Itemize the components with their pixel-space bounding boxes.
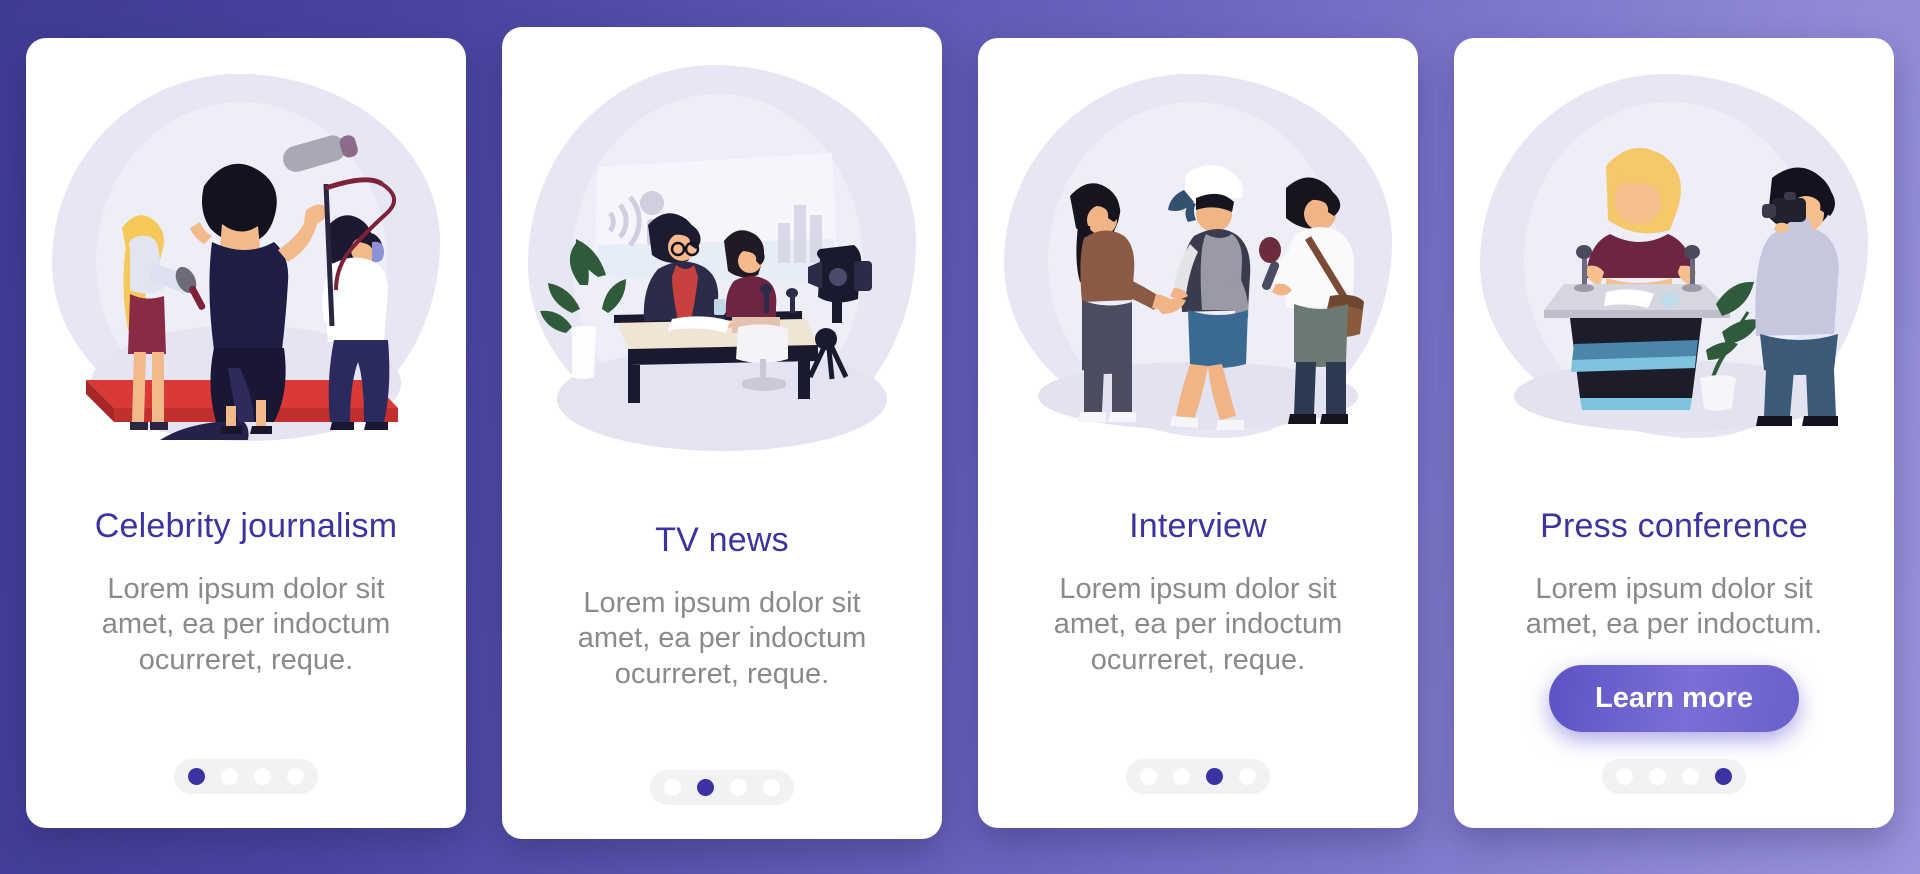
screen-copy: Celebrity journalism Lorem ipsum dolor s…	[26, 493, 466, 828]
tv-news-artwork	[540, 153, 887, 451]
screen-body-text: Lorem ipsum dolor sit amet, ea per indoc…	[1525, 573, 1823, 641]
screen-title: TV news	[655, 521, 789, 559]
illustration-street-interview	[978, 38, 1418, 493]
pagination-dot-3[interactable]	[254, 768, 271, 785]
illustration-red-carpet-celebrity-interview	[26, 38, 466, 493]
pagination-dots[interactable]	[650, 770, 794, 805]
pagination-dot-4[interactable]	[1715, 768, 1732, 785]
onboarding-screens-row: Celebrity journalism Lorem ipsum dolor s…	[0, 0, 1920, 874]
interview-artwork	[1038, 165, 1364, 430]
pagination-dot-4[interactable]	[763, 779, 780, 796]
press-conference-artwork	[1514, 148, 1839, 432]
screen-body-text: Lorem ipsum dolor sit amet, ea per indoc…	[1053, 573, 1343, 676]
pagination-dot-3[interactable]	[730, 779, 747, 796]
pagination-dots[interactable]	[1126, 759, 1270, 794]
screen-title: Interview	[1129, 507, 1267, 545]
illustration-press-conference	[1454, 38, 1894, 493]
screen-title: Press conference	[1540, 507, 1808, 545]
screen-copy: TV news Lorem ipsum dolor sit amet, ea p…	[502, 505, 942, 839]
pagination-dots[interactable]	[1602, 759, 1746, 794]
onboarding-screen-press-conference[interactable]: Press conference Lorem ipsum dolor sit a…	[1454, 38, 1894, 828]
pagination-dot-3[interactable]	[1682, 768, 1699, 785]
pagination-dot-3[interactable]	[1206, 768, 1223, 785]
onboarding-screen-interview[interactable]: Interview Lorem ipsum dolor sit amet, ea…	[978, 38, 1418, 828]
celebrity-journalism-artwork	[86, 135, 401, 441]
screen-title: Celebrity journalism	[94, 507, 398, 545]
pagination-dot-1[interactable]	[664, 779, 681, 796]
screen-body-text: Lorem ipsum dolor sit amet, ea per indoc…	[577, 587, 867, 690]
onboarding-screen-tv-news[interactable]: TV news Lorem ipsum dolor sit amet, ea p…	[502, 27, 942, 839]
pagination-dots[interactable]	[174, 759, 318, 794]
pagination-dot-2[interactable]	[1649, 768, 1666, 785]
screen-copy: Press conference Lorem ipsum dolor sit a…	[1454, 493, 1894, 828]
pagination-dot-1[interactable]	[188, 768, 205, 785]
screen-body-text: Lorem ipsum dolor sit amet, ea per indoc…	[101, 573, 391, 676]
pagination-dot-2[interactable]	[221, 768, 238, 785]
illustration-tv-news-studio	[502, 27, 942, 505]
pagination-dot-2[interactable]	[1173, 768, 1190, 785]
onboarding-screen-celebrity-journalism[interactable]: Celebrity journalism Lorem ipsum dolor s…	[26, 38, 466, 828]
learn-more-button[interactable]: Learn more	[1549, 664, 1799, 732]
pagination-dot-2[interactable]	[697, 779, 714, 796]
screen-copy: Interview Lorem ipsum dolor sit amet, ea…	[978, 493, 1418, 828]
pagination-dot-1[interactable]	[1140, 768, 1157, 785]
pagination-dot-4[interactable]	[287, 768, 304, 785]
pagination-dot-4[interactable]	[1239, 768, 1256, 785]
pagination-dot-1[interactable]	[1616, 768, 1633, 785]
